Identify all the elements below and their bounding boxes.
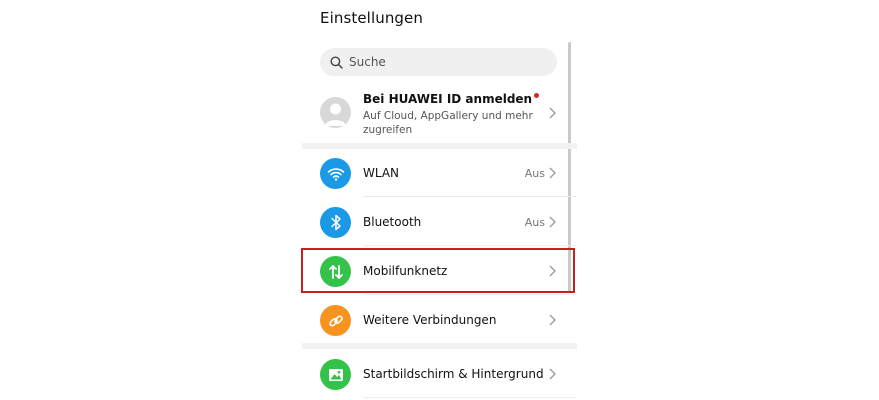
notification-dot — [534, 93, 540, 98]
chevron-right-icon — [549, 216, 556, 228]
search-bar[interactable] — [320, 48, 557, 76]
search-input[interactable] — [349, 55, 549, 69]
divider — [363, 196, 577, 197]
chevron-right-icon — [549, 167, 556, 179]
chevron-right-icon — [549, 368, 556, 380]
bluetooth-icon — [320, 207, 351, 238]
setting-label: Mobilfunknetz — [363, 264, 448, 278]
setting-label: Bluetooth — [363, 215, 422, 229]
page-title: Einstellungen — [320, 9, 423, 27]
image-icon — [320, 359, 351, 390]
setting-item-mobile-network[interactable]: Mobilfunknetz — [302, 247, 577, 295]
setting-label: Weitere Verbindungen — [363, 313, 497, 327]
avatar-icon — [320, 97, 351, 128]
setting-value: Aus — [524, 167, 545, 180]
setting-item-more-connections[interactable]: Weitere Verbindungen — [302, 296, 577, 344]
setting-value: Aus — [524, 216, 545, 229]
chevron-right-icon — [549, 107, 556, 119]
divider — [363, 397, 577, 398]
divider — [363, 245, 577, 246]
setting-label: Startbildschirm & Hintergrund — [363, 367, 544, 381]
divider — [363, 294, 577, 295]
setting-label: WLAN — [363, 166, 400, 180]
setting-item-bluetooth[interactable]: Bluetooth Aus — [302, 198, 577, 246]
chevron-right-icon — [549, 314, 556, 326]
huawei-id-signin-item[interactable]: Bei HUAWEI ID anmelden Auf Cloud, AppGal… — [302, 88, 577, 138]
setting-item-wlan[interactable]: WLAN Aus — [302, 149, 577, 197]
setting-item-home-screen-wallpaper[interactable]: Startbildschirm & Hintergrund — [302, 350, 577, 398]
mobile-data-icon — [320, 256, 351, 287]
link-icon — [320, 305, 351, 336]
section-separator — [302, 343, 577, 349]
search-icon — [329, 55, 343, 69]
account-title-text: Bei HUAWEI ID anmelden — [363, 92, 533, 106]
account-title: Bei HUAWEI ID anmelden — [363, 92, 540, 106]
settings-screen: Einstellungen Bei HUAWEI ID anmelden Auf… — [302, 0, 577, 400]
account-subtitle: Auf Cloud, AppGallery und mehr zugreifen — [363, 110, 533, 136]
wifi-icon — [320, 158, 351, 189]
chevron-right-icon — [549, 265, 556, 277]
